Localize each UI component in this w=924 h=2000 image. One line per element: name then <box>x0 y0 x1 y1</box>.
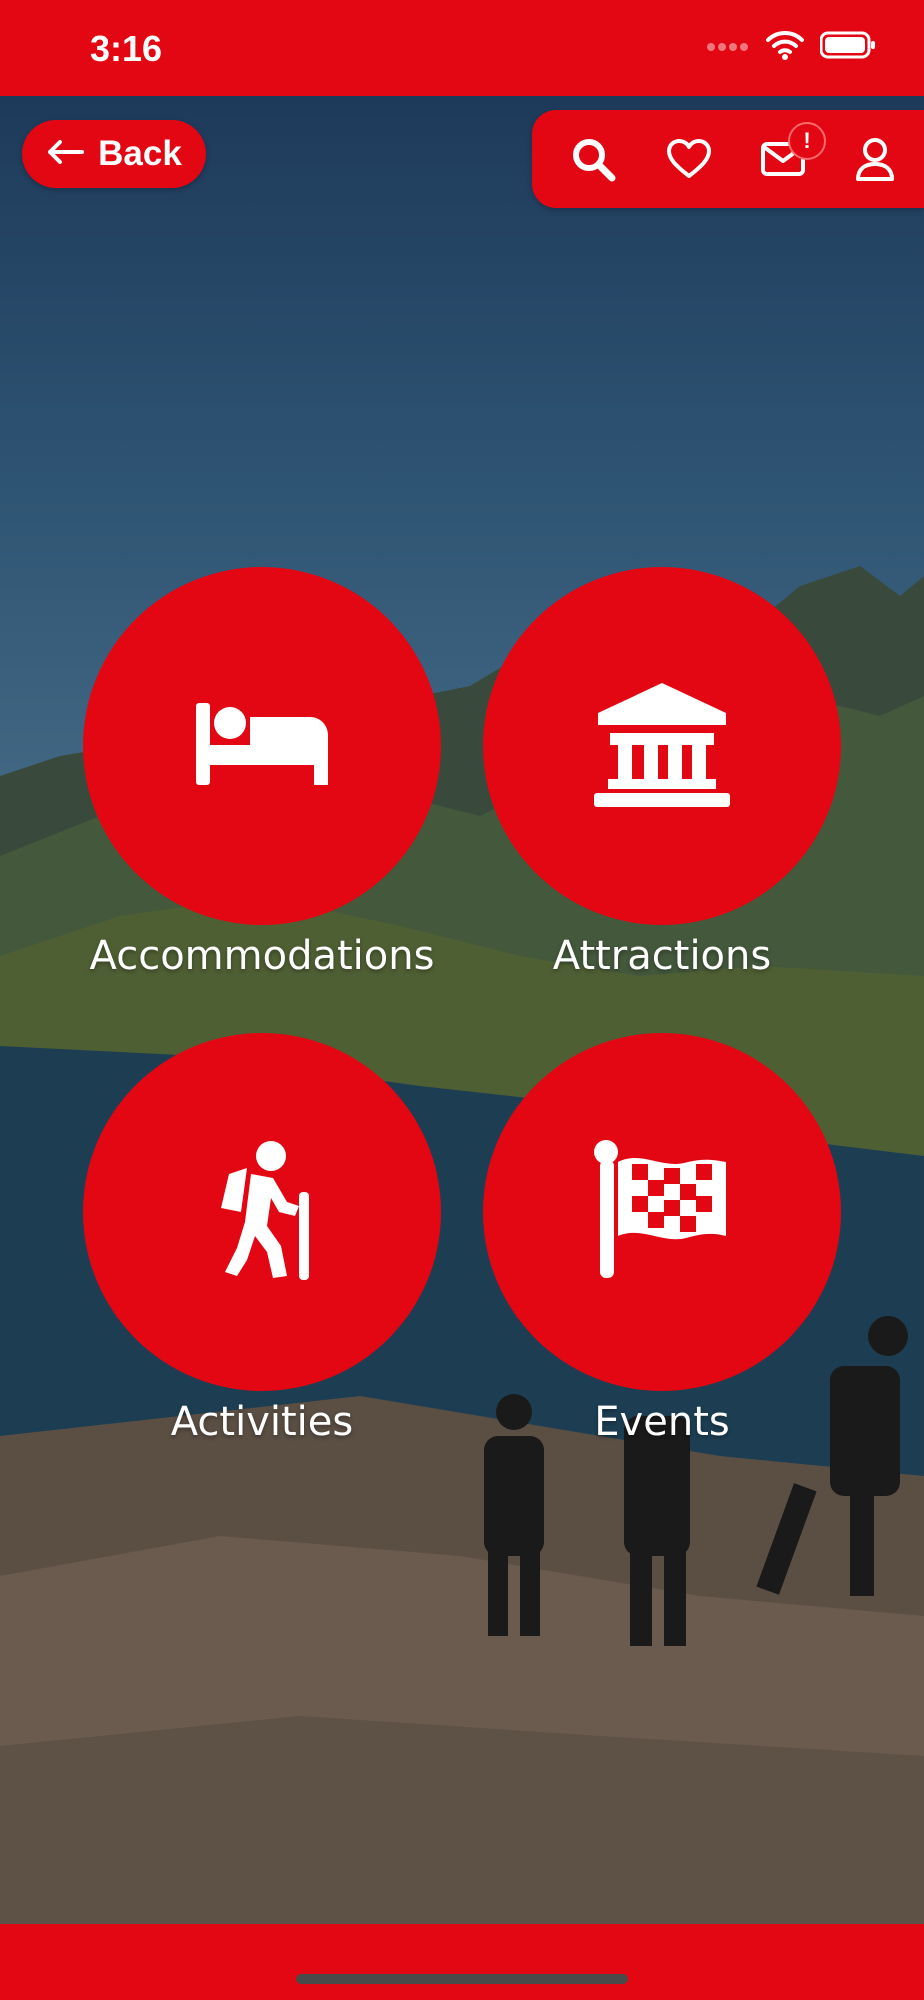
notification-badge: ! <box>788 122 826 160</box>
category-label: Accommodations <box>89 933 435 979</box>
home-indicator[interactable] <box>296 1974 628 1984</box>
status-bar: 3:16 <box>0 0 924 96</box>
wifi-icon <box>766 30 804 64</box>
museum-icon <box>592 679 732 813</box>
status-time: 3:16 <box>90 28 163 69</box>
category-label: Attractions <box>552 933 772 979</box>
back-label: Back <box>98 134 182 173</box>
back-button[interactable]: Back <box>22 120 206 188</box>
status-icons <box>706 30 876 64</box>
category-label: Activities <box>170 1399 354 1445</box>
cellular-signal-icon <box>706 37 750 57</box>
hiker-icon <box>207 1140 317 1284</box>
checkered-flag-icon <box>592 1140 732 1284</box>
bed-icon <box>192 699 332 793</box>
background-photo <box>0 96 924 1924</box>
heart-icon <box>666 138 712 184</box>
battery-icon <box>819 31 876 63</box>
user-icon <box>855 137 895 185</box>
search-icon <box>569 135 617 187</box>
category-activities[interactable]: Activities <box>82 1033 442 1445</box>
search-button[interactable] <box>566 134 620 188</box>
category-attractions[interactable]: Attractions <box>482 567 842 979</box>
category-accommodations[interactable]: Accommodations <box>82 567 442 979</box>
category-label: Events <box>594 1399 730 1445</box>
category-events[interactable]: Events <box>482 1033 842 1445</box>
favorites-button[interactable] <box>662 134 716 188</box>
category-circle[interactable] <box>483 1033 841 1391</box>
arrow-left-icon <box>46 138 86 170</box>
category-circle[interactable] <box>83 567 441 925</box>
category-circle[interactable] <box>83 1033 441 1391</box>
top-toolbar: ! <box>532 110 924 208</box>
bottom-bar <box>0 1924 924 2000</box>
profile-button[interactable] <box>848 134 902 188</box>
category-circle[interactable] <box>483 567 841 925</box>
